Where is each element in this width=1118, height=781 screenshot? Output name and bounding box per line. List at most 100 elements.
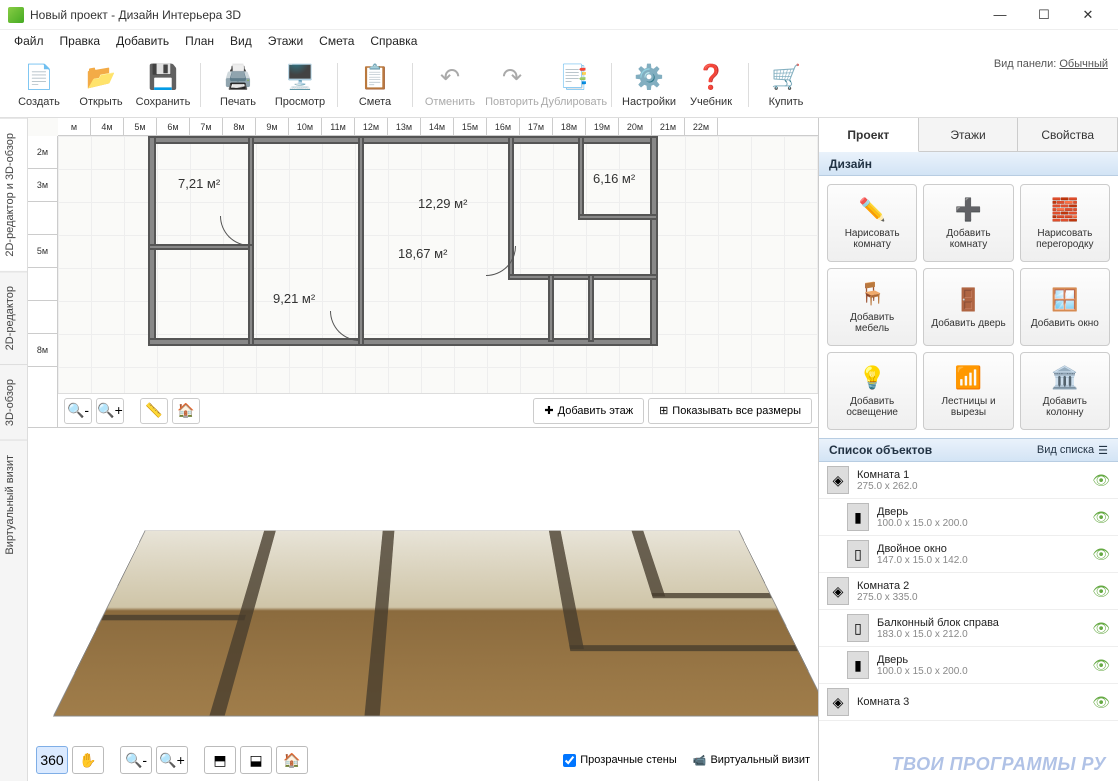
new-icon: 📄	[23, 62, 55, 94]
list-item[interactable]: ◈Комната 1275.0 x 262.0👁	[819, 462, 1118, 499]
zoom-in-3d-button[interactable]: 🔍+	[156, 746, 188, 774]
object-name: Дверь	[877, 654, 1084, 666]
visibility-icon[interactable]: 👁	[1092, 546, 1110, 563]
preview-button[interactable]: 🖥️Просмотр	[269, 56, 331, 114]
room-area-1: 7,21 м²	[178, 176, 220, 191]
tab-floors[interactable]: Этажи	[919, 118, 1019, 151]
object-dimensions: 183.0 x 15.0 x 212.0	[877, 629, 1084, 640]
tab-virtual[interactable]: Виртуальный визит	[0, 440, 27, 569]
settings-button[interactable]: ⚙️Настройки	[618, 56, 680, 114]
panel-mode-link[interactable]: Обычный	[1059, 58, 1108, 70]
undo-button[interactable]: ↶Отменить	[419, 56, 481, 114]
menu-plan[interactable]: План	[177, 32, 222, 50]
save-icon: 💾	[147, 62, 179, 94]
view-top-button[interactable]: ⬒	[204, 746, 236, 774]
pan-button[interactable]: ✋	[72, 746, 104, 774]
add-window-button[interactable]: 🪟Добавить окно	[1020, 268, 1110, 346]
tab-properties[interactable]: Свойства	[1018, 118, 1118, 151]
menu-add[interactable]: Добавить	[108, 32, 177, 50]
toolbar: 📄Создать 📂Открыть 💾Сохранить 🖨️Печать 🖥️…	[0, 52, 1118, 118]
print-button[interactable]: 🖨️Печать	[207, 56, 269, 114]
object-name: Балконный блок справа	[877, 617, 1084, 629]
menu-edit[interactable]: Правка	[52, 32, 109, 50]
minimize-button[interactable]: —	[978, 0, 1022, 30]
create-button[interactable]: 📄Создать	[8, 56, 70, 114]
home-3d-button[interactable]: 🏠	[276, 746, 308, 774]
3d-render[interactable]	[53, 530, 818, 716]
floorplan[interactable]: 7,21 м² 18,67 м² 12,29 м² 6,16 м² 9,21 м…	[148, 136, 658, 346]
buy-button[interactable]: 🛒Купить	[755, 56, 817, 114]
view-side-button[interactable]: ⬓	[240, 746, 272, 774]
object-list[interactable]: ◈Комната 1275.0 x 262.0👁▮Дверь100.0 x 15…	[819, 462, 1118, 781]
side-tabs: 2D-редактор и 3D-обзор 2D-редактор 3D-об…	[0, 118, 28, 781]
add-column-button[interactable]: 🏛️Добавить колонну	[1020, 352, 1110, 430]
estimate-button[interactable]: 📋Смета	[344, 56, 406, 114]
design-header: Дизайн	[819, 152, 1118, 176]
show-dims-button[interactable]: ⊞Показывать все размеры	[648, 398, 812, 424]
door-icon: 🚪	[954, 286, 982, 314]
home-button[interactable]: 🏠	[172, 398, 200, 424]
monitor-icon: 🖥️	[284, 62, 316, 94]
duplicate-button[interactable]: 📑Дублировать	[543, 56, 605, 114]
menu-file[interactable]: Файл	[6, 32, 52, 50]
stairs-button[interactable]: 📶Лестницы и вырезы	[923, 352, 1013, 430]
maximize-button[interactable]: ☐	[1022, 0, 1066, 30]
save-button[interactable]: 💾Сохранить	[132, 56, 194, 114]
tab-2d[interactable]: 2D-редактор	[0, 271, 27, 364]
draw-partition-button[interactable]: 🧱Нарисовать перегородку	[1020, 184, 1110, 262]
tab-project[interactable]: Проект	[819, 118, 919, 152]
ruler-vertical: 2м3м5м8м	[28, 136, 58, 427]
open-button[interactable]: 📂Открыть	[70, 56, 132, 114]
list-item[interactable]: ◈Комната 3👁	[819, 684, 1118, 721]
tutorial-button[interactable]: ❓Учебник	[680, 56, 742, 114]
window-title: Новый проект - Дизайн Интерьера 3D	[30, 8, 978, 22]
add-furniture-button[interactable]: 🪑Добавить мебель	[827, 268, 917, 346]
object-name: Двойное окно	[877, 543, 1084, 555]
window-icon: 🪟	[1051, 286, 1079, 314]
menu-help[interactable]: Справка	[362, 32, 425, 50]
zoom-in-button[interactable]: 🔍+	[96, 398, 124, 424]
zoom-out-3d-button[interactable]: 🔍-	[120, 746, 152, 774]
menu-floors[interactable]: Этажи	[260, 32, 311, 50]
add-lighting-button[interactable]: 💡Добавить освещение	[827, 352, 917, 430]
list-item[interactable]: ▮Дверь100.0 x 15.0 x 200.0👁	[819, 499, 1118, 536]
view-3d-area[interactable]: 360 ✋ 🔍- 🔍+ ⬒ ⬓ 🏠 Прозрачные стены 📹Вирт…	[28, 428, 818, 781]
add-door-button[interactable]: 🚪Добавить дверь	[923, 268, 1013, 346]
tab-2d-3d[interactable]: 2D-редактор и 3D-обзор	[0, 118, 27, 271]
view-mode-toggle[interactable]: Вид списка ☰	[1037, 444, 1108, 457]
tab-3d[interactable]: 3D-обзор	[0, 364, 27, 440]
pencil-icon: ✏️	[858, 196, 886, 224]
room-area-4: 6,16 м²	[593, 171, 635, 186]
virtual-visit-button[interactable]: 📹Виртуальный визит	[693, 754, 810, 767]
visibility-icon[interactable]: 👁	[1092, 583, 1110, 600]
list-item[interactable]: ▯Двойное окно147.0 x 15.0 x 142.0👁	[819, 536, 1118, 573]
plan-2d-area[interactable]: м4м5м6м7м8м9м10м11м12м13м14м15м16м17м18м…	[28, 118, 818, 428]
redo-button[interactable]: ↷Повторить	[481, 56, 543, 114]
draw-room-button[interactable]: ✏️Нарисовать комнату	[827, 184, 917, 262]
add-room-button[interactable]: ➕Добавить комнату	[923, 184, 1013, 262]
list-icon: ☰	[1098, 444, 1108, 457]
visibility-icon[interactable]: 👁	[1092, 657, 1110, 674]
chair-icon: 🪑	[858, 280, 886, 308]
list-item[interactable]: ▮Дверь100.0 x 15.0 x 200.0👁	[819, 647, 1118, 684]
visibility-icon[interactable]: 👁	[1092, 694, 1110, 711]
add-floor-button[interactable]: ✚Добавить этаж	[533, 398, 644, 424]
transparent-walls-checkbox[interactable]: Прозрачные стены	[563, 754, 676, 767]
measure-button[interactable]: 📏	[140, 398, 168, 424]
undo-icon: ↶	[434, 62, 466, 94]
separator	[412, 63, 413, 107]
separator	[200, 63, 201, 107]
object-icon: ▯	[847, 614, 869, 642]
view3d-toolbar: 360 ✋ 🔍- 🔍+ ⬒ ⬓ 🏠 Прозрачные стены 📹Вирт…	[28, 743, 818, 777]
object-icon: ◈	[827, 577, 849, 605]
menu-view[interactable]: Вид	[222, 32, 260, 50]
visibility-icon[interactable]: 👁	[1092, 509, 1110, 526]
list-item[interactable]: ▯ Балконный блок справа183.0 x 15.0 x 212…	[819, 610, 1118, 647]
zoom-out-button[interactable]: 🔍-	[64, 398, 92, 424]
rotate-360-button[interactable]: 360	[36, 746, 68, 774]
close-button[interactable]: ✕	[1066, 0, 1110, 30]
visibility-icon[interactable]: 👁	[1092, 472, 1110, 489]
list-item[interactable]: ◈Комната 2275.0 x 335.0👁	[819, 573, 1118, 610]
menu-estimate[interactable]: Смета	[311, 32, 362, 50]
visibility-icon[interactable]: 👁	[1092, 620, 1110, 637]
